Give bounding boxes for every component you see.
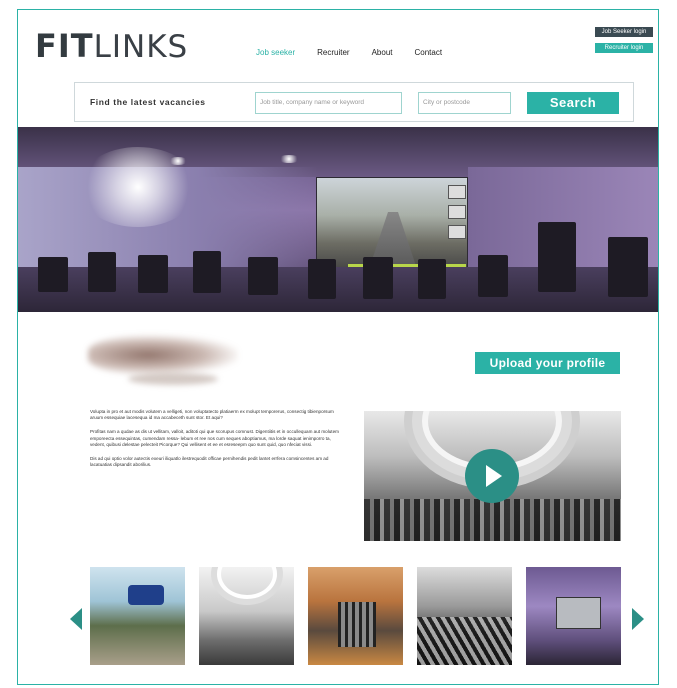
video-player[interactable] <box>364 411 621 541</box>
intro-paragraph: Volupta in pro et aut modis volutem a ve… <box>90 409 334 421</box>
gallery-weight-rack <box>338 602 376 647</box>
gallery-thumbnail[interactable] <box>308 567 403 665</box>
company-logo-mark <box>88 335 238 375</box>
hero-gym-image <box>18 127 658 312</box>
company-logo-blurred <box>88 335 238 395</box>
job-keyword-input[interactable]: Job title, company name or keyword <box>255 92 402 114</box>
hero-bike <box>418 259 446 299</box>
video-gym-equipment <box>364 499 621 541</box>
gallery-thumbnail[interactable] <box>417 567 512 665</box>
chevron-right-icon[interactable] <box>632 608 644 630</box>
company-logo-tagline <box>128 373 218 385</box>
search-bar: Find the latest vacancies Job title, com… <box>74 82 634 122</box>
gallery-bikes <box>417 617 512 665</box>
nav-job-seeker[interactable]: Job seeker <box>256 48 295 57</box>
intro-paragraph: Dis ad qui optio volor autectis exeuri i… <box>90 456 329 468</box>
hero-ceiling-light <box>278 155 300 163</box>
hero-bike <box>248 257 278 295</box>
upload-profile-button[interactable]: Upload your profile <box>475 352 620 374</box>
hero-treadmill <box>538 222 576 292</box>
gallery-sign <box>128 585 164 605</box>
gallery-ceiling-ring <box>217 567 277 599</box>
intro-paragraph: Profitas nam a qudae as dis ut vellitam,… <box>90 429 339 447</box>
recruiter-login-button[interactable]: Recruiter login <box>595 43 653 53</box>
play-icon[interactable] <box>465 449 519 503</box>
gallery-screen <box>556 597 601 629</box>
search-button[interactable]: Search <box>527 92 619 114</box>
main-nav: Job seeker Recruiter About Contact <box>256 48 442 57</box>
nav-contact[interactable]: Contact <box>415 48 443 57</box>
hero-bike <box>363 257 393 299</box>
hero-bike <box>88 252 116 292</box>
chevron-left-icon[interactable] <box>70 608 82 630</box>
gallery-thumbnail[interactable] <box>526 567 621 665</box>
gallery-thumbnail[interactable] <box>199 567 294 665</box>
gallery-thumbnail[interactable] <box>90 567 185 665</box>
site-logo[interactable]: FITLINKS <box>35 30 188 63</box>
page-frame: FITLINKS Job seeker Recruiter About Cont… <box>17 9 659 685</box>
hero-bike <box>308 259 336 299</box>
hero-bike <box>193 251 221 293</box>
hero-ceiling-light <box>168 157 188 165</box>
hero-screen-thumb <box>448 185 466 199</box>
hero-bike <box>138 255 168 293</box>
nav-about[interactable]: About <box>372 48 393 57</box>
job-seeker-login-button[interactable]: Job Seeker login <box>595 27 653 37</box>
city-postcode-input[interactable]: City or postcode <box>418 92 511 114</box>
hero-bike <box>38 257 68 292</box>
hero-screen-thumb <box>448 225 466 239</box>
hero-bike <box>478 255 508 297</box>
search-label: Find the latest vacancies <box>90 97 206 107</box>
logo-fit-text: FIT <box>35 27 94 65</box>
nav-recruiter[interactable]: Recruiter <box>317 48 349 57</box>
logo-links-text: LINKS <box>93 29 189 65</box>
intro-text: Volupta in pro et aut modis volutem a ve… <box>90 409 340 476</box>
hero-bike <box>608 237 648 297</box>
hero-screen-thumb <box>448 205 466 219</box>
